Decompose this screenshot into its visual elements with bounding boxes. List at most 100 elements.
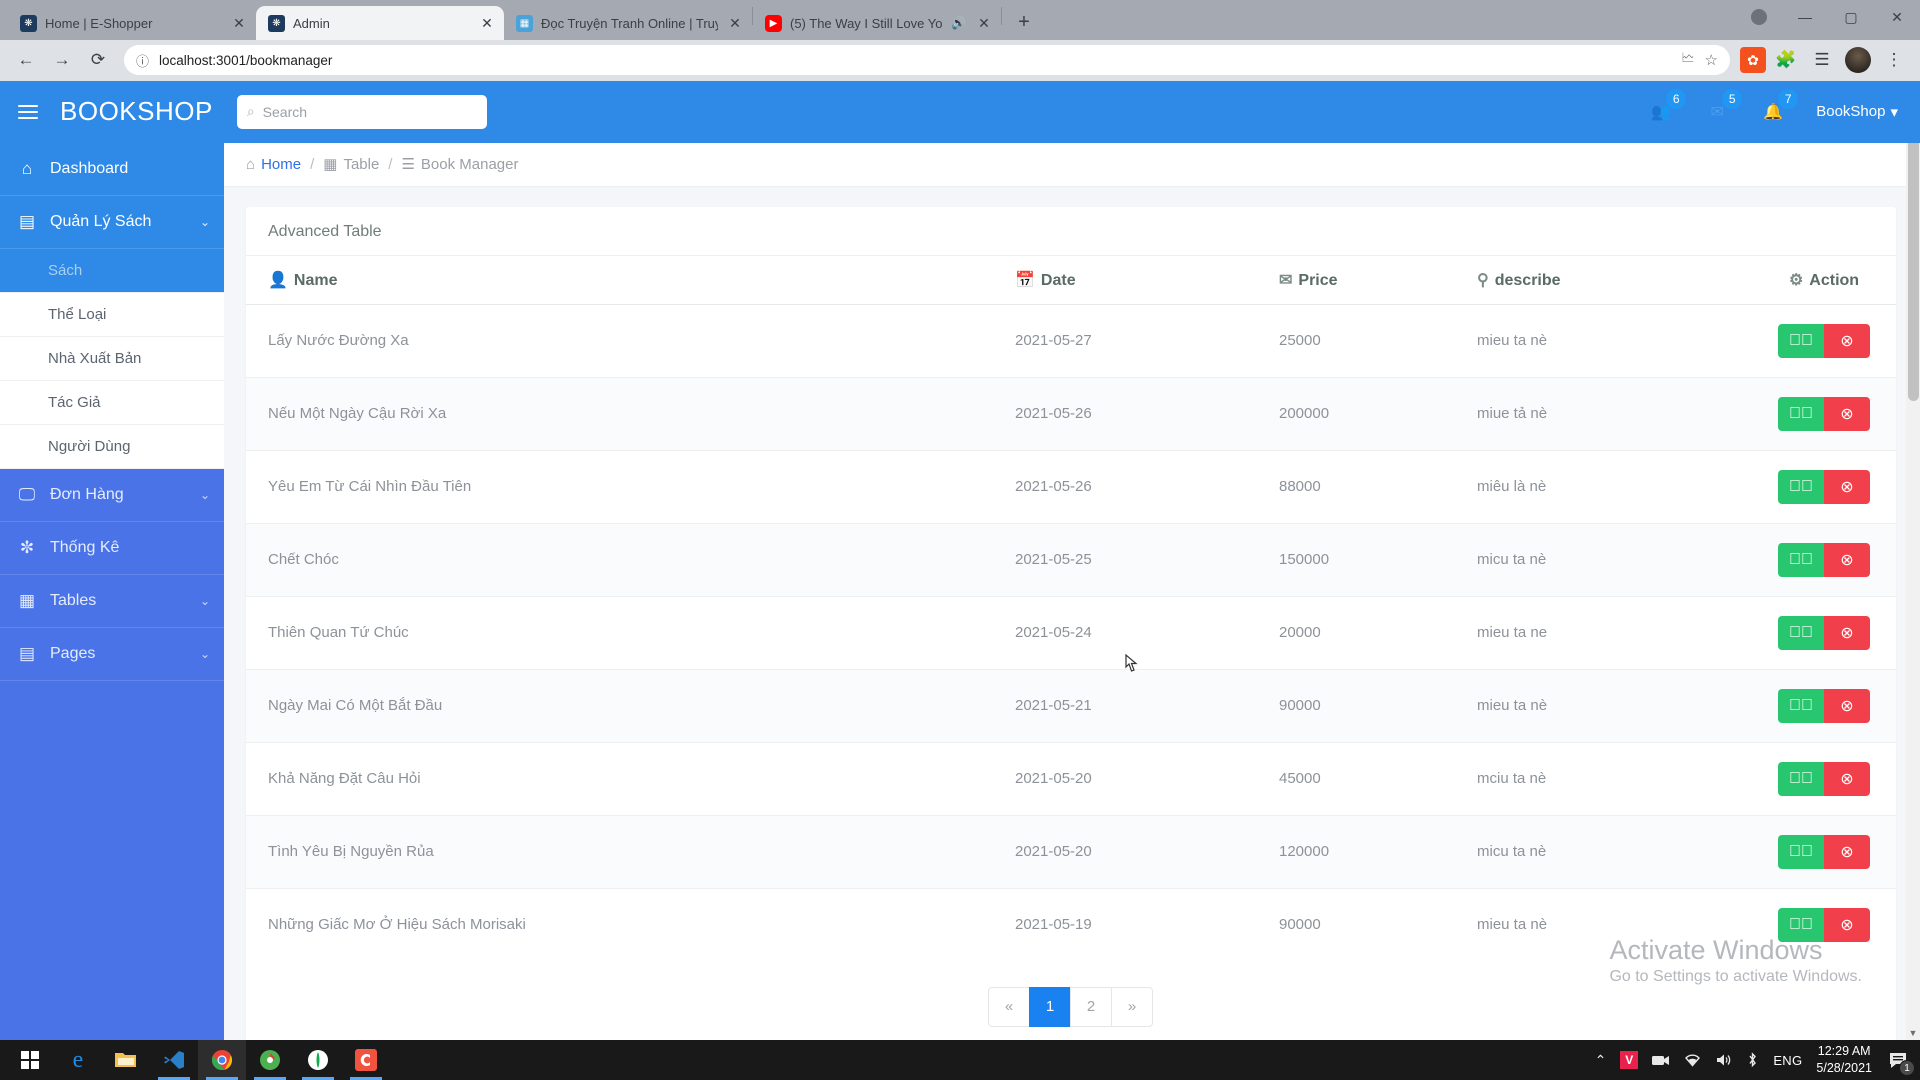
chrome-menu-icon[interactable]: ⋮ — [1878, 44, 1910, 76]
sidebar-subitem-the-loai[interactable]: Thể Loại — [0, 292, 224, 337]
tray-chevron-icon[interactable]: ⌃ — [1595, 1052, 1607, 1069]
user-menu[interactable]: BookShop ▾ — [1816, 103, 1898, 121]
approve-button[interactable]: ✓⃝ — [1778, 761, 1824, 796]
new-tab-button[interactable]: + — [1010, 8, 1038, 36]
window-maximize-button[interactable]: ▢ — [1828, 0, 1874, 34]
mongodb-compass-icon[interactable] — [294, 1040, 342, 1080]
table-row[interactable]: Yêu Em Từ Cái Nhìn Đầu Tiên 2021-05-26 880… — [246, 449, 1896, 524]
hamburger-icon[interactable] — [18, 104, 44, 119]
unikey-icon[interactable]: V — [1620, 1051, 1639, 1069]
search-input[interactable]: ⌕ Search — [236, 94, 487, 129]
table-row[interactable]: Tình Yêu Bị Nguyền Rủa 2021-05-20 120000 mi… — [246, 814, 1896, 889]
forward-icon[interactable]: → — [46, 44, 78, 76]
star-icon[interactable]: ☆ — [1705, 51, 1718, 69]
table-row[interactable]: Ngày Mai Có Một Bắt Đầu 2021-05-21 90000 mi… — [246, 668, 1896, 743]
page-scrollbar-track[interactable]: ▲ ▼ — [1906, 80, 1920, 1040]
sidebar-item-thong-ke[interactable]: ✼ Thống Kê — [0, 522, 224, 575]
sidebar-item-don-hang[interactable]: 🖵 Đơn Hàng ⌄ — [0, 469, 224, 522]
brand-logo[interactable]: BOOKSHOP — [60, 96, 213, 127]
approve-button[interactable]: ✓⃝ — [1778, 907, 1824, 942]
table-row[interactable]: Khả Năng Đặt Câu Hỏi 2021-05-20 45000 mciu … — [246, 741, 1896, 816]
sidebar-item-pages[interactable]: ▤ Pages ⌄ — [0, 628, 224, 681]
window-close-button[interactable]: ✕ — [1874, 0, 1920, 34]
bluetooth-icon[interactable] — [1746, 1052, 1759, 1068]
notification-center-icon[interactable]: 1 — [1886, 1047, 1915, 1076]
clock[interactable]: 12:29 AM 5/28/2021 — [1816, 1043, 1872, 1077]
back-icon[interactable]: ← — [10, 44, 42, 76]
table-row[interactable]: Lấy Nước Đường Xa 2021-05-27 25000 mieu ta … — [246, 303, 1896, 378]
tab-close-icon[interactable]: ✕ — [478, 14, 496, 32]
page-scrollbar-thumb[interactable] — [1908, 100, 1919, 401]
window-record-indicator[interactable] — [1736, 0, 1782, 34]
approve-button[interactable]: ✓⃝ — [1778, 688, 1824, 723]
table-row[interactable]: Những Giấc Mơ Ở Hiệu Sách Morisaki 2021-0… — [246, 887, 1896, 961]
column-header-describe[interactable]: ⚲ describe — [1467, 255, 1764, 305]
breadcrumb-home[interactable]: ⌂ Home — [246, 156, 301, 173]
translate-icon[interactable]: 🗠 — [1681, 49, 1694, 71]
reload-icon[interactable]: ⟳ — [82, 44, 114, 76]
mail-icon[interactable]: ✉ 5 — [1704, 88, 1743, 125]
scroll-down-arrow[interactable]: ▼ — [1908, 1028, 1918, 1038]
approve-button[interactable]: ✓⃝ — [1778, 323, 1824, 358]
media-list-icon[interactable]: ☰ — [1806, 44, 1838, 76]
reject-button[interactable]: ⊗ — [1824, 615, 1870, 650]
reject-button[interactable]: ⊗ — [1824, 834, 1870, 869]
sidebar-item-tables[interactable]: ▦ Tables ⌄ — [0, 575, 224, 628]
chrome-icon[interactable] — [198, 1040, 246, 1080]
reject-button[interactable]: ⊗ — [1824, 396, 1870, 431]
vscode-icon[interactable] — [150, 1040, 198, 1080]
tab-close-icon[interactable]: ✕ — [230, 14, 248, 32]
file-explorer-icon[interactable] — [102, 1040, 150, 1080]
camera-icon[interactable] — [1652, 1054, 1670, 1067]
tab-mute-icon[interactable]: 🔊 — [951, 16, 967, 30]
browser-tab-0[interactable]: ❋ Home | E-Shopper ✕ — [8, 6, 256, 40]
approve-button[interactable]: ✓⃝ — [1778, 396, 1824, 431]
browser-tab-1[interactable]: ❋ Admin ✕ — [256, 6, 504, 40]
bell-icon[interactable]: 🔔 7 — [1760, 88, 1799, 125]
approve-button[interactable]: ✓⃝ — [1778, 469, 1824, 504]
browser-tab-3[interactable]: ▶ (5) The Way I Still Love You - 🔊 ✕ — [753, 6, 1001, 40]
sidebar-subitem-sach[interactable]: Sách — [0, 248, 224, 293]
extension-red-icon[interactable]: ✿ — [1740, 47, 1766, 74]
reject-button[interactable]: ⊗ — [1824, 688, 1870, 723]
puzzle-extensions-icon[interactable]: 🧩 — [1770, 44, 1802, 76]
pagination-next[interactable]: » — [1111, 986, 1153, 1027]
approve-button[interactable]: ✓⃝ — [1778, 834, 1824, 869]
reject-button[interactable]: ⊗ — [1824, 761, 1870, 796]
approve-button[interactable]: ✓⃝ — [1778, 615, 1824, 650]
browser-tab-2[interactable]: ▦ Đọc Truyện Tranh Online | Truyện ✕ — [504, 6, 752, 40]
breadcrumb-table[interactable]: ▦ Table — [323, 155, 379, 174]
volume-icon[interactable] — [1715, 1053, 1732, 1067]
reject-button[interactable]: ⊗ — [1824, 907, 1870, 942]
pagination-page-1[interactable]: 1 — [1029, 986, 1071, 1027]
sidebar-subitem-tac-gia[interactable]: Tác Giả — [0, 380, 224, 425]
camtasia-icon[interactable] — [342, 1040, 390, 1080]
address-bar[interactable]: ⓘ localhost:3001/bookmanager 🗠 ☆ — [124, 45, 1730, 76]
users-icon[interactable]: 👥 6 — [1648, 88, 1687, 125]
pagination-page-2[interactable]: 2 — [1070, 986, 1112, 1027]
tab-close-icon[interactable]: ✕ — [726, 14, 744, 32]
window-minimize-button[interactable]: — — [1782, 0, 1828, 34]
sidebar-subitem-nguoi-dung[interactable]: Người Dùng — [0, 424, 224, 469]
language-indicator[interactable]: ENG — [1773, 1053, 1802, 1068]
site-info-icon[interactable]: ⓘ — [136, 51, 149, 70]
approve-button[interactable]: ✓⃝ — [1778, 542, 1824, 577]
edge-icon[interactable]: e — [54, 1040, 102, 1080]
table-row[interactable]: Nếu Một Ngày Cậu Rời Xa 2021-05-26 200000 m… — [246, 376, 1896, 451]
reject-button[interactable]: ⊗ — [1824, 542, 1870, 577]
column-header-date[interactable]: 📅 Date — [1005, 255, 1269, 305]
wifi-icon[interactable] — [1684, 1053, 1701, 1067]
profile-avatar[interactable] — [1842, 44, 1874, 76]
sidebar-item-dashboard[interactable]: ⌂ Dashboard — [0, 142, 224, 196]
sidebar-subitem-nha-xuat-ban[interactable]: Nhà Xuất Bản — [0, 336, 224, 381]
table-row[interactable]: Thiên Quan Tứ Chúc 2021-05-24 20000 mieu ta… — [246, 595, 1896, 670]
reject-button[interactable]: ⊗ — [1824, 469, 1870, 504]
sidebar-item-quan-ly-sach[interactable]: ▤ Quản Lý Sách ⌄ — [0, 195, 224, 249]
column-header-name[interactable]: 👤 Name — [246, 255, 1005, 305]
table-row[interactable]: Chết Chóc 2021-05-25 150000 micu ta nè ✓⃝ ⊗ — [246, 522, 1896, 597]
start-button[interactable] — [6, 1040, 54, 1080]
pagination-prev[interactable]: « — [988, 986, 1030, 1027]
column-header-price[interactable]: ✉ Price — [1269, 255, 1467, 305]
tab-close-icon[interactable]: ✕ — [975, 14, 993, 32]
reject-button[interactable]: ⊗ — [1824, 323, 1870, 358]
